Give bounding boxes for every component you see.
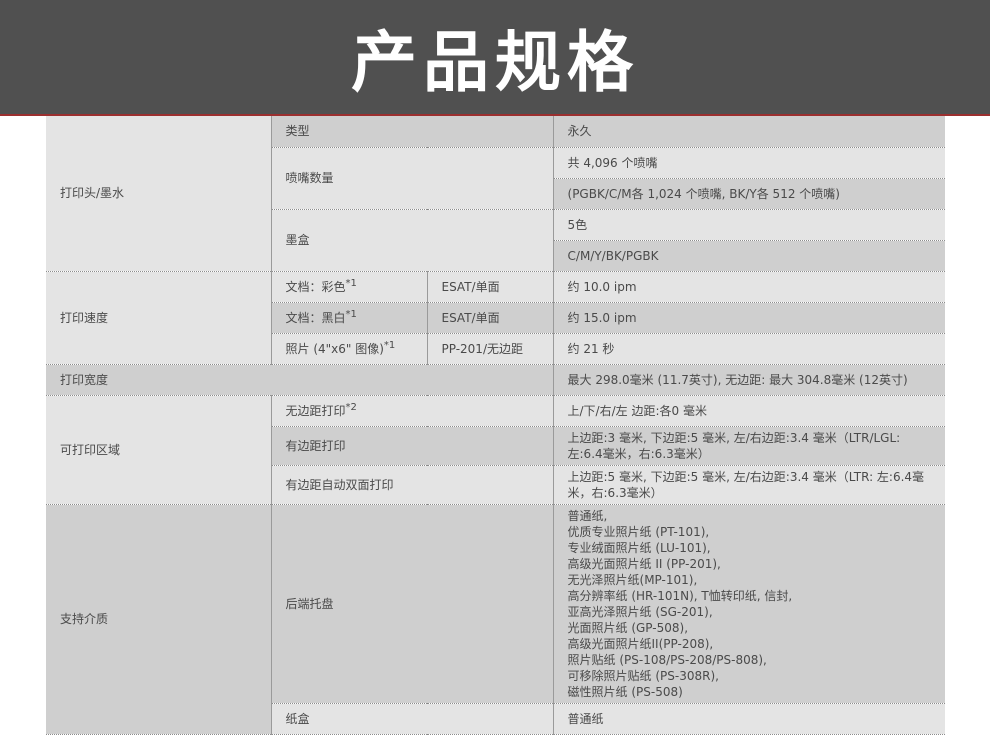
footnote-mark: *1 (383, 339, 396, 351)
footnote-mark: *1 (345, 308, 357, 320)
table-row: 打印速度 文档：彩色*1 ESAT/单面 约 10.0 ipm (46, 271, 946, 365)
mode-doc-color: ESAT/单面 (426, 271, 554, 303)
label-doc-mono: 文档：黑白*1 (270, 302, 427, 334)
value-bordered: 上边距:3 毫米, 下边距:5 毫米, 左/右边距:3.4 毫米（LTR/LGL… (552, 426, 946, 466)
label-nozzles: 喷嘴数量 (270, 147, 554, 210)
value-type: 永久 (552, 116, 946, 148)
value-doc-mono: 约 15.0 ipm (552, 302, 946, 334)
spec-table: 打印头/墨水 类型 永久 喷嘴数量 共 4,096 个喷嘴 (PGBK/C/M各… (46, 116, 946, 735)
media-item: 可移除照片贴纸 (PS-308R), (567, 668, 719, 683)
value-cassette: 普通纸 (552, 703, 946, 735)
media-item: 普通纸, (567, 508, 608, 523)
label-rear-tray: 后端托盘 (270, 504, 554, 704)
mode-photo: PP-201/无边距 (426, 333, 554, 365)
value-rear-tray: 普通纸, 优质专业照片纸 (PT-101), 专业绒面照片纸 (LU-101),… (552, 504, 946, 704)
value-nozzles-1: 共 4,096 个喷嘴 (552, 147, 946, 179)
media-item: 光面照片纸 (GP-508), (567, 620, 689, 635)
media-item: 高级光面照片纸 II (PP-201), (567, 556, 721, 571)
value-ink-2: C/M/Y/BK/PGBK (552, 240, 946, 272)
title-banner: 产品规格 (0, 0, 990, 116)
label-doc-color: 文档：彩色*1 (270, 271, 427, 303)
value-nozzles-2: (PGBK/C/M各 1,024 个喷嘴, BK/Y各 512 个喷嘴) (552, 178, 946, 210)
value-doc-color: 约 10.0 ipm (552, 271, 946, 303)
media-item: 照片贴纸 (PS-108/PS-208/PS-808), (567, 652, 767, 667)
category-area: 可打印区域 (46, 395, 271, 505)
media-item: 高分辨率纸 (HR-101N), T恤转印纸, 信封, (567, 588, 793, 603)
table-row: 打印宽度 最大 298.0毫米 (11.7英寸), 无边距: 最大 304.8毫… (46, 364, 946, 396)
value-borderless: 上/下/右/左 边距:各0 毫米 (552, 395, 946, 427)
media-item: 专业绒面照片纸 (LU-101), (567, 540, 711, 555)
table-row: 可打印区域 无边距打印*2 上/下/右/左 边距:各0 毫米 (46, 395, 946, 505)
label-duplex: 有边距自动双面打印 (270, 465, 554, 505)
category-width: 打印宽度 (46, 364, 554, 396)
media-item: 无光泽照片纸(MP-101), (567, 572, 698, 587)
label-photo: 照片 (4"x6" 图像)*1 (270, 333, 427, 365)
table-row: 支持介质 后端托盘 普通纸, 优质专业照片纸 (PT-101), 专业绒面照片纸… (46, 504, 946, 735)
category-speed: 打印速度 (46, 271, 271, 365)
value-width: 最大 298.0毫米 (11.7英寸), 无边距: 最大 304.8毫米 (12… (552, 364, 946, 396)
mode-doc-mono: ESAT/单面 (426, 302, 554, 334)
media-item: 磁性照片纸 (PS-508) (567, 684, 683, 699)
label-cassette: 纸盒 (270, 703, 554, 735)
footnote-mark: *2 (345, 401, 357, 413)
media-item: 优质专业照片纸 (PT-101), (567, 524, 710, 539)
label-type: 类型 (270, 116, 554, 148)
media-item: 高级光面照片纸II(PP-208), (567, 636, 714, 651)
category-printhead: 打印头/墨水 (46, 116, 271, 272)
label-ink: 墨盒 (270, 209, 554, 272)
category-media: 支持介质 (46, 504, 271, 735)
value-duplex: 上边距:5 毫米, 下边距:5 毫米, 左/右边距:3.4 毫米（LTR: 左:… (552, 465, 946, 505)
label-bordered: 有边距打印 (270, 426, 554, 466)
label-borderless: 无边距打印*2 (270, 395, 554, 427)
table-row: 打印头/墨水 类型 永久 (46, 116, 946, 272)
page-title: 产品规格 (351, 24, 639, 101)
value-photo: 约 21 秒 (552, 333, 946, 365)
media-item: 亚高光泽照片纸 (SG-201), (567, 604, 713, 619)
footnote-mark: *1 (345, 277, 357, 289)
value-ink-1: 5色 (552, 209, 946, 241)
